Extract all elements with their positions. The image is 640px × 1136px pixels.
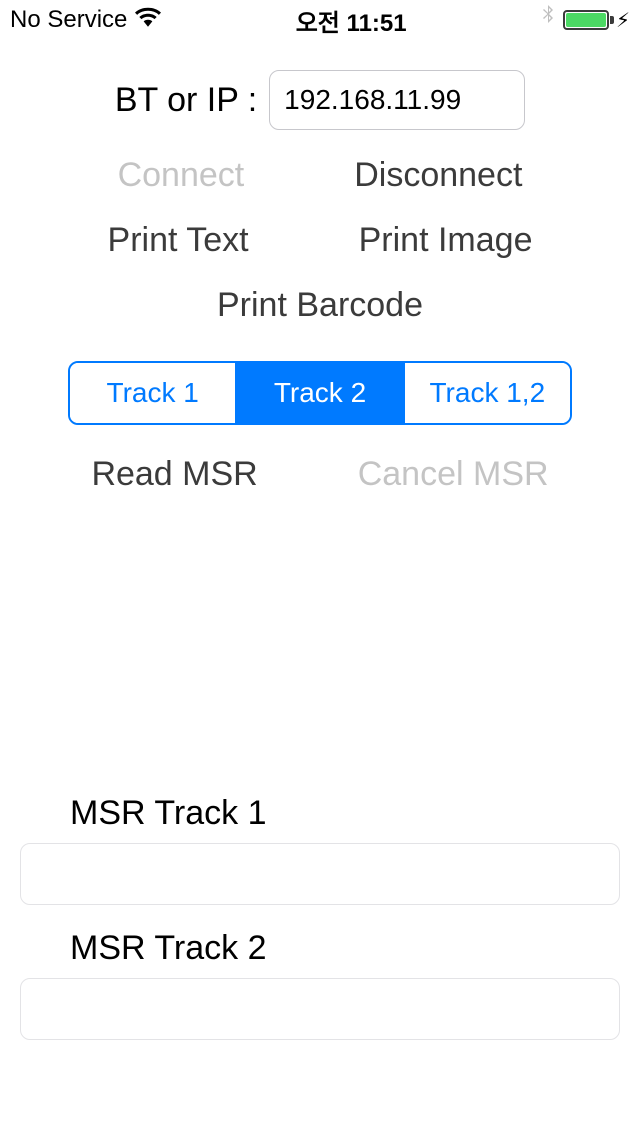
ip-row: BT or IP : xyxy=(0,70,640,130)
status-left: No Service xyxy=(10,6,161,34)
msr-track1-label: MSR Track 1 xyxy=(70,794,620,833)
print-row-1: Print Text Print Image xyxy=(0,221,640,260)
msr-track2-label: MSR Track 2 xyxy=(70,929,620,968)
status-bar: No Service 오전 11:51 ⚡︎ xyxy=(0,0,640,40)
segment-track2[interactable]: Track 2 xyxy=(237,363,404,423)
service-text: No Service xyxy=(10,6,127,34)
ip-input[interactable] xyxy=(269,70,525,130)
segment-track1[interactable]: Track 1 xyxy=(70,363,237,423)
print-text-button[interactable]: Print Text xyxy=(108,221,249,260)
main-content: BT or IP : Connect Disconnect Print Text… xyxy=(0,40,640,1040)
segment-track12[interactable]: Track 1,2 xyxy=(405,363,570,423)
connect-button[interactable]: Connect xyxy=(118,156,245,195)
status-time: 오전 11:51 xyxy=(296,3,407,38)
ip-label: BT or IP : xyxy=(115,81,257,120)
msr-track2-section: MSR Track 2 xyxy=(20,929,620,1040)
msr-track1-field[interactable] xyxy=(20,843,620,905)
wifi-icon xyxy=(135,6,161,34)
print-image-button[interactable]: Print Image xyxy=(359,221,533,260)
charging-icon: ⚡︎ xyxy=(616,8,630,33)
print-row-2: Print Barcode xyxy=(0,286,640,325)
battery-icon: ⚡︎ xyxy=(563,8,630,33)
disconnect-button[interactable]: Disconnect xyxy=(354,156,522,195)
msr-row: Read MSR Cancel MSR xyxy=(0,455,640,494)
print-barcode-button[interactable]: Print Barcode xyxy=(217,286,423,325)
status-right: ⚡︎ xyxy=(541,5,630,36)
track-segmented-control: Track 1 Track 2 Track 1,2 xyxy=(68,361,572,425)
connect-row: Connect Disconnect xyxy=(0,156,640,195)
read-msr-button[interactable]: Read MSR xyxy=(91,455,257,494)
msr-track2-field[interactable] xyxy=(20,978,620,1040)
cancel-msr-button[interactable]: Cancel MSR xyxy=(358,455,549,494)
msr-track1-section: MSR Track 1 xyxy=(20,794,620,905)
bluetooth-icon xyxy=(541,5,555,36)
